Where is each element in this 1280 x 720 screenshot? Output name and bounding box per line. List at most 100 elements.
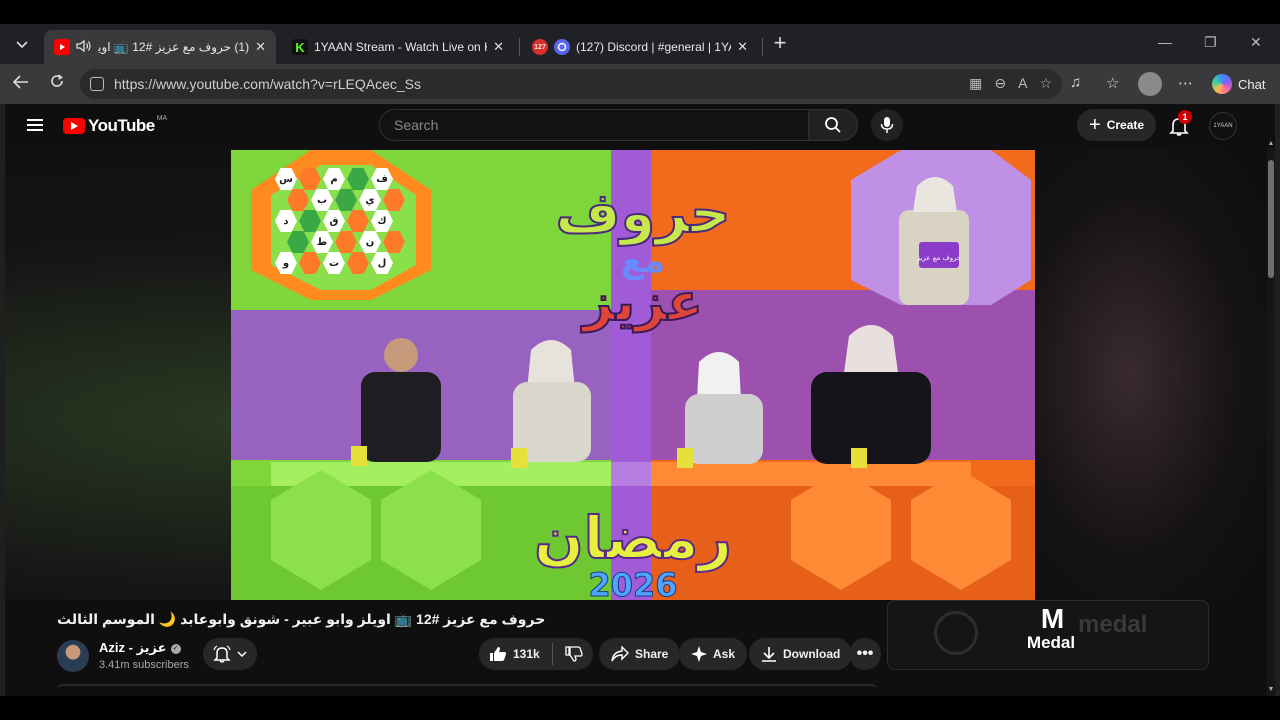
tab-strip: (1) حروف مع عزيز #12 📺 اويلز ✕ K 1YAAN S… — [0, 24, 1280, 64]
youtube-logo[interactable]: YouTube MA — [63, 114, 168, 136]
medal-ad-card[interactable]: medal M Medal — [887, 600, 1209, 670]
tab-discord[interactable]: 127 (127) Discord | #general | 1YAAN ✕ — [522, 30, 758, 64]
discord-icon — [554, 39, 570, 55]
subscribed-bell-button[interactable] — [203, 638, 257, 670]
hex-cell — [383, 231, 405, 253]
hex-cell — [287, 189, 309, 211]
favorites-icon[interactable]: ☆ — [1106, 74, 1119, 92]
sparkle-icon — [691, 646, 707, 662]
copilot-chat-button[interactable]: Chat — [1206, 70, 1275, 98]
search-input[interactable] — [394, 117, 808, 133]
scrollbar-thumb[interactable] — [1268, 160, 1274, 278]
tab-kick[interactable]: K 1YAAN Stream - Watch Live on Kick ✕ — [282, 30, 514, 64]
video-player[interactable]: حروف مع عزيز رمضان 2026 حروف مع عزيز سمف… — [5, 148, 1267, 600]
app-available-icon[interactable]: ▦ — [969, 75, 982, 92]
subscriber-count: 3.41m subscribers — [99, 659, 189, 671]
share-icon — [611, 646, 629, 662]
more-menu-icon[interactable]: ⋯ — [1178, 74, 1193, 92]
close-icon[interactable]: ✕ — [737, 39, 748, 55]
hex-cell: ل — [371, 252, 393, 274]
hex-cell: س — [275, 168, 297, 190]
notification-count-badge: 1 — [1178, 110, 1192, 124]
new-tab-button[interactable]: + — [768, 32, 792, 56]
minimize-button[interactable]: — — [1158, 34, 1172, 50]
tab-youtube[interactable]: (1) حروف مع عزيز #12 📺 اويلز ✕ — [44, 30, 276, 64]
close-icon[interactable]: ✕ — [255, 39, 266, 55]
hex-cell: ك — [371, 210, 393, 232]
refresh-button[interactable] — [44, 72, 70, 96]
restore-button[interactable]: ❐ — [1204, 34, 1217, 51]
share-button[interactable]: Share — [599, 638, 681, 670]
ask-label: Ask — [713, 647, 736, 661]
like-count[interactable]: 131k — [513, 647, 540, 661]
host-card-text: حروف مع عزيز — [916, 254, 962, 262]
hex-cell — [335, 231, 357, 253]
hex-cell — [287, 231, 309, 253]
dislike-icon[interactable] — [565, 646, 583, 662]
hex-cell: ط — [311, 231, 333, 253]
search-box — [379, 109, 809, 141]
season-line2: 2026 — [588, 566, 677, 600]
share-label: Share — [635, 647, 669, 661]
like-divider — [551, 643, 553, 665]
hex-cell — [383, 189, 405, 211]
download-button[interactable]: Download — [749, 638, 853, 670]
youtube-play-icon — [63, 118, 85, 134]
page-scrollbar[interactable] — [1267, 148, 1275, 696]
scroll-down-arrow-icon[interactable]: ▼ — [1267, 686, 1275, 693]
like-icon[interactable] — [489, 646, 507, 662]
country-code: MA — [156, 114, 168, 122]
hex-cell: ق — [323, 210, 345, 232]
tab-separator — [762, 38, 763, 56]
logo-text: YouTube — [88, 116, 155, 135]
channel-row: Aziz - عزيز ✓ 3.41m subscribers 131k Shar… — [57, 636, 887, 680]
site-info-icon[interactable] — [90, 77, 104, 91]
channel-avatar[interactable] — [57, 640, 89, 672]
speaker-icon[interactable] — [76, 39, 92, 56]
video-frame[interactable]: حروف مع عزيز رمضان 2026 حروف مع عزيز سمف… — [231, 150, 1035, 600]
season-line1: رمضان — [534, 504, 732, 572]
ask-button[interactable]: Ask — [679, 638, 748, 670]
hex-cell: ت — [323, 252, 345, 274]
back-button[interactable] — [8, 72, 34, 96]
zoom-icon[interactable]: ⊖ — [994, 75, 1006, 92]
hex-cell — [347, 252, 369, 274]
back-arrow-icon — [12, 75, 28, 89]
account-avatar[interactable]: 1YAAN — [1209, 112, 1237, 140]
favorite-star-icon[interactable]: ☆ — [1039, 75, 1052, 92]
window-close-button[interactable]: ✕ — [1250, 34, 1262, 51]
profile-avatar[interactable] — [1138, 72, 1162, 96]
channel-name-row[interactable]: Aziz - عزيز ✓ — [99, 640, 181, 656]
voice-search-button[interactable] — [871, 109, 903, 141]
chevron-down-icon — [237, 651, 247, 657]
read-aloud-icon[interactable]: A — [1018, 75, 1027, 92]
discord-badge-icon: 127 — [532, 39, 548, 55]
kick-icon: K — [292, 39, 308, 55]
chat-label: Chat — [1238, 76, 1266, 92]
create-button[interactable]: + Create — [1077, 109, 1157, 141]
hex-cell: ن — [359, 231, 381, 253]
tab-title: (127) Discord | #general | 1YAAN — [576, 40, 731, 54]
tab-list-button[interactable] — [8, 32, 36, 58]
omnibox-actions: ▦ ⊖ A ☆ — [969, 75, 1052, 92]
more-actions-button[interactable]: ••• — [849, 638, 881, 670]
player-ambient-right — [1037, 148, 1267, 600]
hex-cell: و — [275, 252, 297, 274]
medal-logo: M Medal — [1016, 605, 1086, 653]
ad-background-text: medal — [1078, 611, 1148, 638]
search-button[interactable] — [808, 109, 858, 141]
media-control-icon[interactable]: ♫ — [1070, 74, 1081, 91]
medal-brand-name: Medal — [1026, 633, 1076, 652]
menu-icon[interactable] — [27, 119, 43, 131]
notification-bell-icon — [213, 645, 231, 663]
search-icon — [825, 117, 841, 133]
close-icon[interactable]: ✕ — [493, 39, 504, 55]
channel-name[interactable]: Aziz - عزيز — [99, 640, 167, 655]
more-horizontal-icon: ••• — [856, 645, 874, 662]
download-icon — [762, 647, 776, 662]
hex-cell — [347, 168, 369, 190]
download-label: Download — [783, 647, 841, 661]
address-bar[interactable]: https://www.youtube.com/watch?v=rLEQAcec… — [80, 69, 1062, 99]
scroll-up-arrow-icon[interactable]: ▲ — [1267, 140, 1275, 147]
copilot-icon — [1212, 74, 1232, 94]
